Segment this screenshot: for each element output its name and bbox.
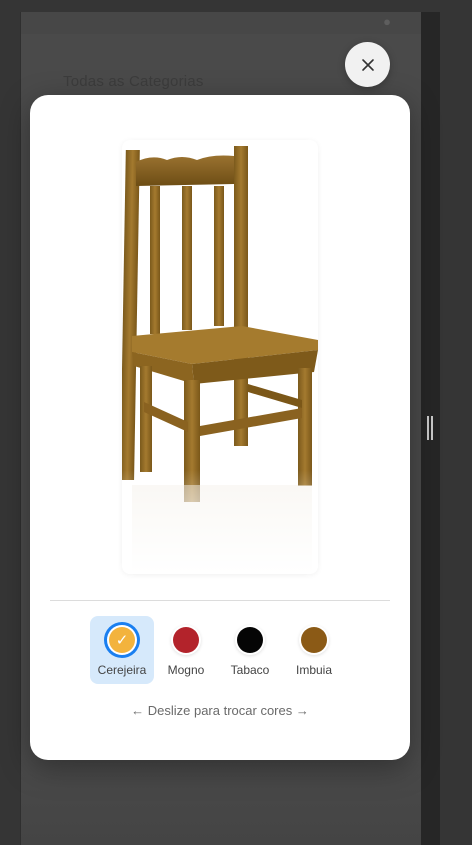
close-button[interactable] xyxy=(345,42,390,87)
color-dot-mogno xyxy=(173,627,199,653)
bell-icon: ● xyxy=(383,14,391,29)
swatch-dot-wrap: ✓ xyxy=(105,623,139,657)
color-dot-tabaco xyxy=(237,627,263,653)
color-picker-modal: ✓ Cerejeira Mogno Tabaco Imbuia ← Desliz… xyxy=(30,95,410,760)
swatch-label: Mogno xyxy=(167,663,205,677)
chair-illustration xyxy=(122,146,318,574)
swatch-dot-wrap xyxy=(297,623,331,657)
swatch-mogno[interactable]: Mogno xyxy=(154,616,218,684)
viewport: ● Todas as Categorias ✓ Cerejeira Mogno … xyxy=(0,0,472,845)
swatch-label: Cerejeira xyxy=(97,663,147,677)
resize-handle-bar xyxy=(431,416,433,440)
resize-handle-bar xyxy=(427,416,429,440)
background-heading: Todas as Categorias xyxy=(63,73,204,90)
swatch-tabaco[interactable]: Tabaco xyxy=(218,616,282,684)
color-swatch-list: ✓ Cerejeira Mogno Tabaco Imbuia xyxy=(90,616,346,684)
background-topbar: ● xyxy=(21,12,421,34)
swatch-label: Imbuia xyxy=(295,663,333,677)
swatch-label: Tabaco xyxy=(230,663,270,677)
divider xyxy=(50,600,390,601)
wooden-chair-image xyxy=(122,140,318,574)
checkmark-icon: ✓ xyxy=(115,630,129,649)
swatch-imbuia[interactable]: Imbuia xyxy=(282,616,346,684)
color-dot-cerejeira: ✓ xyxy=(109,627,135,653)
close-icon xyxy=(361,58,374,71)
swatch-dot-wrap xyxy=(233,623,267,657)
color-dot-imbuia xyxy=(301,627,327,653)
swipe-hint: ← Deslize para trocar cores → xyxy=(131,703,309,718)
resize-handle[interactable] xyxy=(427,416,433,440)
swatch-cerejeira[interactable]: ✓ Cerejeira xyxy=(90,616,154,684)
swatch-dot-wrap xyxy=(169,623,203,657)
background-footer-area xyxy=(21,755,421,845)
